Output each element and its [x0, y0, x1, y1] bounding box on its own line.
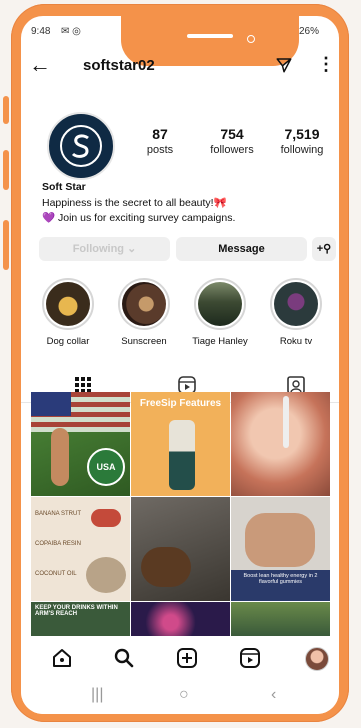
recent-apps-icon[interactable]: |||: [91, 686, 103, 704]
status-icons: ✉ ◎: [61, 26, 81, 37]
reels-icon[interactable]: [239, 647, 261, 669]
dropper-graphic: [283, 396, 289, 448]
stat-label: following: [280, 144, 324, 156]
back-button-icon[interactable]: ‹: [271, 686, 276, 704]
home-button-icon[interactable]: ○: [179, 686, 189, 704]
post-tile[interactable]: KEEP YOUR DRINKS WITHIN ARM'S REACH: [31, 602, 130, 636]
bottle-graphic: [169, 420, 195, 490]
create-post-icon[interactable]: [176, 647, 198, 669]
more-options-icon[interactable]: ⋮: [317, 54, 335, 75]
ingredient-label: COPAIBA RESIN: [35, 541, 81, 547]
following-button[interactable]: Following ⌄: [39, 237, 170, 261]
stat-following[interactable]: 7,519 following: [267, 126, 337, 156]
stat-followers[interactable]: 754 followers: [197, 126, 267, 156]
highlight-label: Roku tv: [279, 336, 313, 347]
bio-line-2: 💜 Join us for exciting survey campaigns.: [42, 212, 236, 224]
home-icon[interactable]: [51, 647, 73, 669]
highlight-label: Dog collar: [46, 336, 90, 347]
highlight-image: [198, 282, 242, 326]
username: softstar02: [83, 57, 155, 74]
usa-badge: USA: [87, 448, 125, 486]
flag-canton: [31, 392, 71, 416]
soft-star-logo: [60, 125, 102, 167]
bio-line-1: Happiness is the secret to all beauty!🎀: [42, 197, 227, 209]
highlight-image: [46, 282, 90, 326]
message-button[interactable]: Message: [176, 237, 307, 261]
post-tile[interactable]: [231, 392, 330, 496]
highlight-sunscreen[interactable]: Sunscreen: [113, 278, 175, 347]
screen: 9:48 ✉ ◎ 26% ← softstar02 ⋮ 87 posts 754…: [21, 16, 339, 714]
post-tile[interactable]: [231, 602, 330, 636]
stat-value: 87: [152, 126, 168, 142]
dog-graphic: [141, 547, 191, 587]
highlight-image: [274, 282, 318, 326]
system-navigation: ||| ○ ‹: [21, 684, 339, 714]
top-bar: ← softstar02 ⋮: [21, 54, 339, 80]
status-battery: 26%: [299, 26, 320, 37]
volume-button: [3, 96, 9, 124]
highlight-roku-tv[interactable]: Roku tv: [265, 278, 327, 347]
send-icon[interactable]: [275, 56, 293, 74]
highlight-tiage-hanley[interactable]: Tiage Hanley: [189, 278, 251, 347]
add-person-button[interactable]: +⚲: [312, 237, 336, 261]
power-button: [3, 150, 9, 190]
post-tile[interactable]: USA: [31, 392, 130, 496]
stat-posts[interactable]: 87 posts: [125, 126, 195, 156]
post-caption: KEEP YOUR DRINKS WITHIN ARM'S REACH: [35, 605, 118, 617]
post-tile[interactable]: [131, 497, 230, 601]
back-arrow-icon[interactable]: ←: [29, 54, 51, 76]
post-tile[interactable]: Boost lean healthy energy in 2 flavorful…: [231, 497, 330, 601]
display-name: Soft Star: [42, 181, 86, 193]
highlight-label: Tiage Hanley: [192, 336, 248, 347]
stat-value: 7,519: [284, 126, 320, 142]
post-tile[interactable]: BANANA STRUT COPAIBA RESIN COCONUT OIL: [31, 497, 130, 601]
side-button: [3, 220, 9, 270]
profile-avatar-icon[interactable]: [305, 647, 329, 671]
speaker-bar: [187, 34, 233, 38]
stat-label: followers: [210, 144, 254, 156]
highlight-dog-collar[interactable]: Dog collar: [37, 278, 99, 347]
ingredient-label: COCONUT OIL: [35, 571, 77, 577]
post-title: FreeSip Features: [139, 398, 222, 409]
stat-label: posts: [146, 144, 174, 156]
post-tile[interactable]: [131, 602, 230, 636]
bottom-navigation: [21, 641, 339, 677]
ingredient-graphic: [91, 509, 121, 527]
avatar[interactable]: [47, 112, 115, 180]
product-graphic: [86, 557, 126, 593]
highlight-image: [122, 282, 166, 326]
couple-graphic: [245, 513, 315, 567]
post-tile[interactable]: FreeSip Features: [131, 392, 230, 496]
search-icon[interactable]: [113, 647, 135, 669]
highlight-label: Sunscreen: [121, 336, 167, 347]
runner-figure: [51, 428, 69, 486]
post-caption: Boost lean healthy energy in 2 flavorful…: [243, 573, 318, 585]
ingredient-label: BANANA STRUT: [35, 511, 82, 517]
camera-icon: [247, 35, 255, 43]
status-time: 9:48: [31, 26, 51, 37]
stat-value: 754: [220, 126, 244, 142]
